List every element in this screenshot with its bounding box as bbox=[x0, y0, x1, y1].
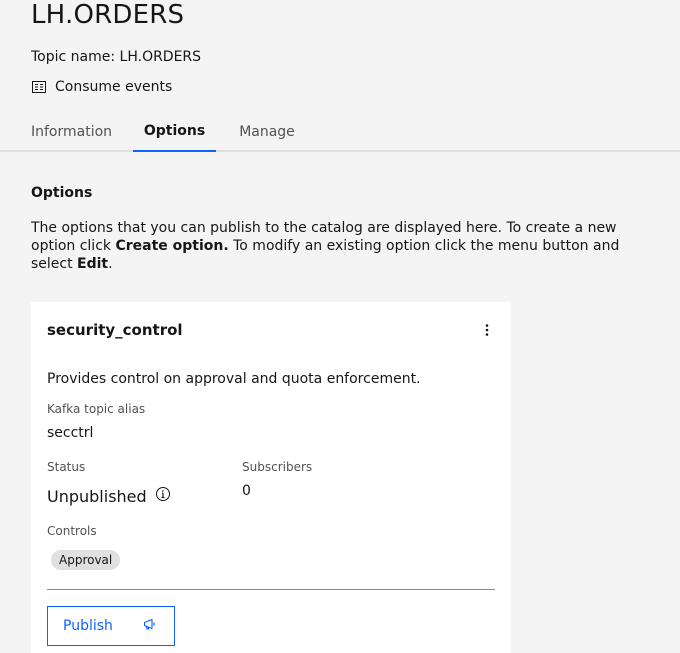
option-card: security_control Provides control on app… bbox=[31, 302, 511, 653]
card-description: Provides control on approval and quota e… bbox=[47, 371, 421, 387]
megaphone-icon bbox=[142, 616, 158, 636]
card-divider bbox=[47, 589, 495, 590]
create-option-label: Create option. bbox=[115, 238, 229, 254]
section-title: Options bbox=[31, 185, 93, 201]
tab-manage[interactable]: Manage bbox=[238, 114, 296, 152]
options-description: The options that you can publish to the … bbox=[31, 219, 661, 273]
card-title: security_control bbox=[47, 321, 183, 339]
subscribers-label: Subscribers bbox=[242, 460, 313, 474]
consume-events-label: Consume events bbox=[55, 79, 173, 95]
tab-bar: Information Options Manage bbox=[0, 114, 680, 152]
publish-label: Publish bbox=[63, 618, 113, 634]
status-value-group: Unpublished bbox=[47, 486, 171, 506]
alias-value: secctrl bbox=[47, 425, 94, 441]
alias-label: Kafka topic alias bbox=[47, 402, 146, 416]
tab-options[interactable]: Options bbox=[133, 114, 216, 152]
status-value: Unpublished bbox=[47, 486, 147, 506]
status-label: Status bbox=[47, 460, 86, 474]
topic-page: LH.ORDERS Topic name: LH.ORDERS Consume … bbox=[0, 0, 680, 653]
control-tag: Approval bbox=[51, 550, 121, 570]
info-icon[interactable] bbox=[155, 486, 171, 506]
topic-name: Topic name: LH.ORDERS bbox=[31, 49, 202, 65]
publish-button[interactable]: Publish bbox=[47, 606, 175, 646]
overflow-menu-icon[interactable] bbox=[479, 320, 495, 340]
events-list-icon bbox=[31, 79, 47, 95]
page-title: LH.ORDERS bbox=[31, 0, 185, 30]
tab-information[interactable]: Information bbox=[31, 114, 112, 152]
description-end: . bbox=[108, 256, 113, 272]
controls-label: Controls bbox=[47, 524, 97, 538]
edit-label: Edit bbox=[77, 256, 109, 272]
consume-events-link[interactable]: Consume events bbox=[31, 79, 172, 95]
subscribers-value: 0 bbox=[242, 483, 251, 499]
